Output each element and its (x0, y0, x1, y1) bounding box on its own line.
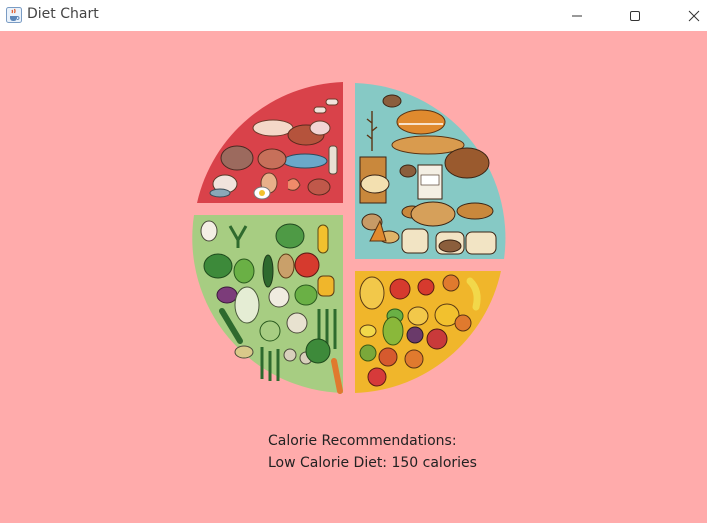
diet-chart-panel: Calorie Recommendations: Low Calorie Die… (0, 31, 707, 523)
maximize-button[interactable] (612, 0, 658, 31)
fruits-section (355, 271, 501, 393)
title-bar: Diet Chart (0, 0, 707, 31)
window-title: Diet Chart (27, 6, 99, 22)
close-icon (688, 10, 700, 22)
java-cup-icon (6, 7, 22, 23)
maximize-icon (629, 10, 641, 22)
vegetables-section (192, 215, 343, 394)
calorie-heading: Calorie Recommendations: (268, 433, 457, 449)
minimize-icon (571, 10, 583, 22)
grains-section (355, 83, 506, 259)
calorie-value: Low Calorie Diet: 150 calories (268, 455, 477, 471)
close-button[interactable] (671, 0, 707, 31)
food-plate-chart (192, 82, 506, 394)
minimize-button[interactable] (554, 0, 600, 31)
protein-section (197, 82, 343, 203)
